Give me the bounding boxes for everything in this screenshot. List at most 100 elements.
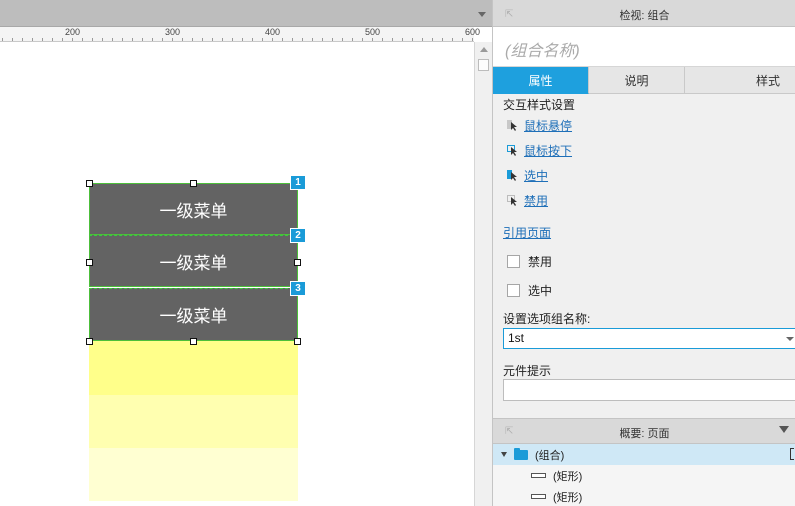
ruler-tick	[222, 38, 223, 41]
ruler-tick	[132, 38, 133, 41]
disabled-checkbox-label: 禁用	[528, 255, 553, 269]
ruler-tick	[2, 38, 3, 41]
outline-shape-label: (矩形)	[553, 470, 583, 483]
reference-page-link[interactable]: 引用页面	[503, 224, 551, 241]
ruler-tick	[252, 38, 253, 41]
interaction-badge-1[interactable]: 1	[290, 175, 306, 190]
resize-handle-bottom-right[interactable]	[294, 338, 301, 345]
interaction-selected-row[interactable]: 选中	[507, 167, 548, 183]
interaction-mousedown-link[interactable]: 鼠标按下	[524, 142, 572, 159]
inspector-title: 检视: 组合	[619, 10, 670, 22]
outline-header: ⇱ 概要: 页面	[493, 419, 795, 444]
cursor-disabled-icon	[507, 194, 518, 206]
ruler-tick	[462, 38, 463, 41]
rectangle-icon	[531, 473, 546, 478]
interaction-disabled-row[interactable]: 禁用	[507, 192, 548, 208]
ruler-tick	[212, 38, 213, 41]
badge-number: 2	[295, 230, 301, 241]
tab-style[interactable]: 样式	[685, 67, 795, 94]
outline-shape-label: (矩形)	[553, 491, 583, 504]
ruler-tick	[392, 38, 393, 41]
ruler-tick	[72, 38, 73, 41]
ruler-tick	[32, 38, 33, 41]
interaction-hover-link[interactable]: 鼠标悬停	[524, 117, 572, 134]
tooltip-input[interactable]	[503, 379, 795, 401]
inspector-header: ⇱ 检视: 组合	[493, 0, 795, 27]
scroll-up-icon[interactable]	[480, 47, 488, 52]
cursor-hover-icon	[507, 119, 518, 131]
badge-number: 1	[295, 177, 301, 188]
ruler-tick	[442, 38, 443, 41]
ruler-tick	[262, 38, 263, 41]
ruler-tick	[332, 38, 333, 41]
menu-item-2[interactable]: 一级菜单	[89, 235, 298, 287]
group-name-field[interactable]: (组合名称)	[493, 27, 795, 67]
tooltip-label: 元件提示	[503, 364, 552, 378]
tab-dropdown-icon[interactable]	[478, 12, 486, 17]
tab-properties[interactable]: 属性	[493, 67, 589, 94]
ruler-tick	[62, 38, 63, 41]
group-name-input[interactable]: 1st	[503, 328, 795, 349]
resize-handle-top-left[interactable]	[86, 180, 93, 187]
ruler-tick	[22, 38, 23, 41]
bracket-icon	[790, 448, 794, 460]
interaction-styles-heading: 交互样式设置	[503, 98, 576, 112]
ruler-tick	[182, 38, 183, 41]
ruler-tick	[362, 38, 363, 41]
resize-handle-bottom-left[interactable]	[86, 338, 93, 345]
ruler-tick	[52, 38, 53, 41]
selected-checkbox[interactable]	[507, 284, 520, 297]
disabled-checkbox-row[interactable]: 禁用	[507, 253, 552, 270]
ruler-tick	[172, 38, 173, 41]
inspector-panel: ⇱ 检视: 组合 (组合名称) 属性 说明 样式 交互样式设置 鼠标悬停 鼠标按…	[492, 0, 795, 418]
ruler-tick	[412, 38, 413, 41]
ruler-tick	[352, 38, 353, 41]
ruler-tick	[292, 38, 293, 41]
disabled-checkbox[interactable]	[507, 255, 520, 268]
ruler-tick	[312, 38, 313, 41]
ruler-tick	[202, 38, 203, 41]
chevron-down-icon[interactable]	[786, 337, 794, 341]
menu-item-3[interactable]: 一级菜单	[89, 288, 298, 341]
ruler-tick	[452, 38, 453, 41]
outline-title: 概要: 页面	[619, 428, 670, 440]
outline-row-shape[interactable]: (矩形)	[493, 465, 795, 486]
resize-handle-bottom[interactable]	[190, 338, 197, 345]
outline-row-shape[interactable]: (矩形)	[493, 486, 795, 506]
selected-checkbox-row[interactable]: 选中	[507, 282, 552, 299]
folder-icon	[514, 447, 528, 460]
ruler-tick	[472, 38, 473, 41]
resize-handle-right[interactable]	[294, 259, 301, 266]
ruler-tick	[82, 38, 83, 41]
ruler-tick	[422, 38, 423, 41]
vertical-scrollbar[interactable]	[474, 42, 492, 506]
collapse-triangle-icon[interactable]	[501, 452, 507, 457]
ruler-tick	[12, 38, 13, 41]
ruler-tick	[232, 38, 233, 41]
ruler-tick	[342, 38, 343, 41]
ruler-label-600: 600	[465, 27, 481, 37]
ruler-tick	[102, 38, 103, 41]
yellow-rect-2[interactable]	[89, 395, 298, 448]
interaction-disabled-link[interactable]: 禁用	[524, 192, 548, 209]
interaction-selected-link[interactable]: 选中	[524, 167, 548, 184]
design-canvas[interactable]: 一级菜单 一级菜单 一级菜单 1 2 3	[0, 0, 474, 506]
interaction-badge-3[interactable]: 3	[290, 281, 306, 296]
ruler-label-300: 300	[165, 27, 181, 37]
menu-item-1[interactable]: 一级菜单	[89, 183, 298, 235]
tab-notes[interactable]: 说明	[589, 67, 685, 94]
ruler-label-400: 400	[265, 27, 281, 37]
outline-row-group[interactable]: (组合)	[493, 444, 795, 465]
ruler-tick	[402, 38, 403, 41]
filter-icon[interactable]	[779, 426, 789, 433]
interaction-mousedown-row[interactable]: 鼠标按下	[507, 142, 572, 158]
scrollbar-thumb[interactable]	[478, 59, 489, 71]
interaction-badge-2[interactable]: 2	[290, 228, 306, 243]
resize-handle-left[interactable]	[86, 259, 93, 266]
menu-item-label: 一级菜单	[159, 253, 228, 273]
resize-handle-top[interactable]	[190, 180, 197, 187]
yellow-rect-1[interactable]	[89, 341, 298, 395]
interaction-hover-row[interactable]: 鼠标悬停	[507, 117, 572, 133]
selected-checkbox-label: 选中	[528, 284, 553, 298]
yellow-rect-3[interactable]	[89, 448, 298, 501]
